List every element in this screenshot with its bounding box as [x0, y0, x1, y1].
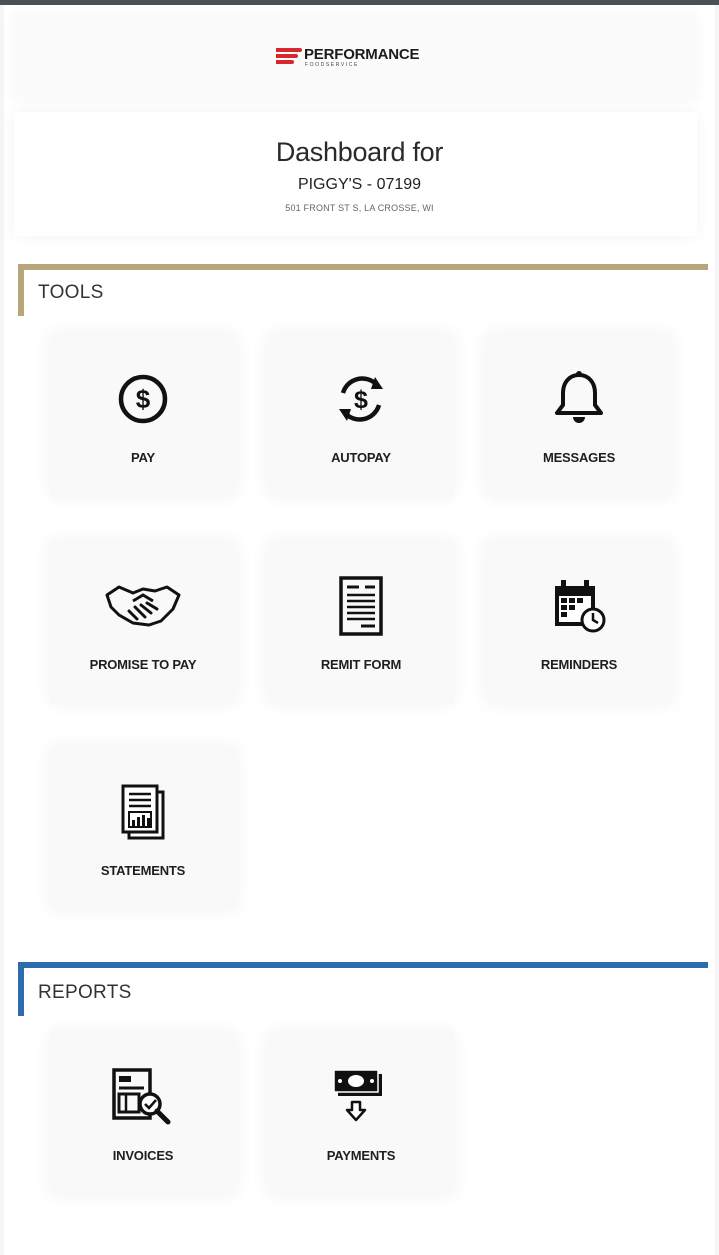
report-label: PAYMENTS	[326, 1148, 396, 1163]
tool-tile-autopay[interactable]: $ AUTOPAY	[268, 334, 454, 496]
report-tile-invoices[interactable]: INVOICES	[50, 1032, 236, 1194]
tool-label: AUTOPAY	[331, 450, 391, 465]
tool-tile-remit-form[interactable]: REMIT FORM	[268, 541, 454, 703]
svg-text:$: $	[354, 386, 368, 414]
invoice-search-icon	[50, 1066, 236, 1128]
handshake-icon	[50, 575, 236, 637]
dashboard-header-card	[14, 112, 697, 236]
bell-icon	[486, 368, 672, 430]
tool-tile-promise-to-pay[interactable]: PROMISE TO PAY	[50, 541, 236, 703]
cash-download-icon	[268, 1066, 454, 1128]
tool-label: MESSAGES	[542, 450, 616, 465]
tools-section-label: TOOLS	[38, 282, 104, 303]
dashboard-title: Dashboard for	[275, 137, 444, 167]
tool-label: REMIT FORM	[320, 657, 402, 672]
tools-section-bar	[18, 264, 708, 270]
brand-logo[interactable]: PERFORMANCE FOODSERVICE	[276, 44, 420, 70]
autopay-cycle-icon: $	[268, 368, 454, 430]
calendar-clock-icon	[486, 575, 672, 637]
tool-tile-messages[interactable]: MESSAGES	[486, 334, 672, 496]
account-address: 501 FRONT ST S, LA CROSSE, WI	[285, 203, 434, 213]
tool-label: PROMISE TO PAY	[89, 657, 197, 672]
statement-chart-icon	[50, 781, 236, 843]
tool-label: STATEMENTS	[100, 863, 186, 878]
svg-text:$: $	[136, 384, 151, 414]
reports-section-label: REPORTS	[38, 982, 132, 1003]
report-label: INVOICES	[112, 1148, 174, 1163]
account-name: PIGGY'S - 07199	[297, 176, 422, 193]
tool-tile-pay[interactable]: $ PAY	[50, 334, 236, 496]
dollar-circle-icon: $	[50, 368, 236, 430]
tool-label: REMINDERS	[540, 657, 618, 672]
brand-name: PERFORMANCE	[304, 45, 420, 63]
tool-tile-statements[interactable]: STATEMENTS	[50, 747, 236, 909]
reports-section-bar	[18, 962, 708, 968]
report-tile-payments[interactable]: PAYMENTS	[268, 1032, 454, 1194]
document-icon	[268, 575, 454, 637]
brand-subtitle: FOODSERVICE	[305, 61, 359, 68]
tools-section-accent	[18, 264, 24, 316]
tool-label: PAY	[131, 450, 155, 465]
tool-tile-reminders[interactable]: REMINDERS	[486, 541, 672, 703]
reports-section-accent	[18, 962, 24, 1016]
brand-mark-icon	[276, 46, 302, 68]
